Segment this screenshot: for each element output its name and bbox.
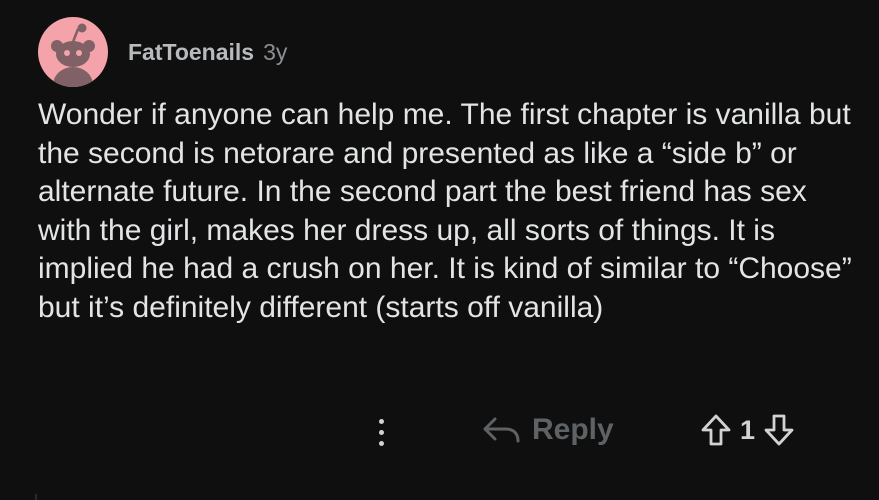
reply-button[interactable]: Reply (482, 411, 614, 449)
reply-label: Reply (532, 413, 614, 446)
vote-controls: 1 (700, 411, 795, 449)
vote-count: 1 (740, 414, 756, 445)
thread-line (35, 494, 37, 500)
snoo-avatar-icon (51, 23, 95, 87)
avatar[interactable] (38, 17, 108, 87)
more-vertical-icon (379, 419, 384, 424)
comment-card: FatToenails 3y Wonder if anyone can help… (0, 0, 879, 500)
more-vertical-icon-dot (379, 430, 384, 435)
comment-body: Wonder if anyone can help me. The first … (38, 98, 852, 324)
downvote-arrow-icon[interactable] (763, 413, 795, 447)
more-vertical-icon-dot (379, 441, 384, 446)
reply-arrow-icon (482, 415, 522, 445)
upvote-arrow-icon[interactable] (700, 413, 732, 447)
comment-header: FatToenails 3y (38, 17, 288, 87)
comment-age: 3y (263, 38, 288, 65)
comment-author[interactable]: FatToenails (128, 39, 254, 66)
comment-actions: Reply 1 (0, 405, 879, 455)
more-options-button[interactable] (368, 409, 396, 451)
